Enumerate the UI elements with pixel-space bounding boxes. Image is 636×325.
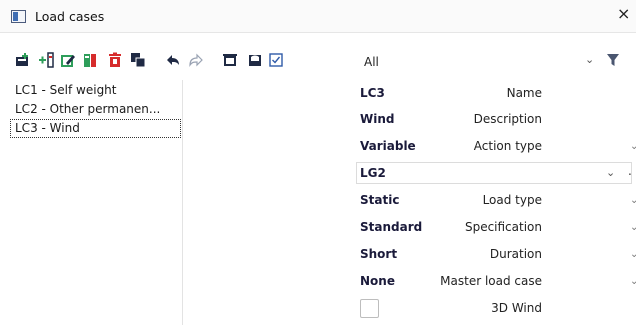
- dropdown-arrow-icon[interactable]: ⌄: [630, 249, 636, 260]
- dropdown-arrow-icon[interactable]: ⌄: [630, 222, 636, 233]
- property-label: 3D Wind: [491, 301, 542, 315]
- save-icon[interactable]: [247, 52, 263, 68]
- property-row-load-type: Load type Static ⌄: [190, 187, 636, 213]
- edit-icon[interactable]: [60, 52, 76, 68]
- toolbar: All ⌄: [0, 47, 636, 75]
- filter-icon[interactable]: [606, 53, 620, 67]
- list-item-selected[interactable]: LC3 - Wind: [10, 119, 181, 138]
- property-label: Description: [473, 112, 542, 126]
- title-bar: Load cases ×: [0, 0, 636, 33]
- property-label: Specification: [464, 220, 542, 234]
- load-type-select[interactable]: Static: [360, 193, 399, 207]
- property-label: Load type: [482, 193, 542, 207]
- 3d-wind-checkbox[interactable]: [360, 299, 379, 318]
- load-case-list: LC1 - Self weight LC2 - Other permanen..…: [10, 80, 183, 325]
- window-title: Load cases: [35, 9, 105, 24]
- copy-icon[interactable]: [82, 52, 98, 68]
- load-group-combobox[interactable]: [356, 162, 632, 184]
- window-icon: [11, 10, 26, 23]
- action-type-select[interactable]: Variable: [360, 139, 416, 153]
- property-label: Duration: [489, 247, 542, 261]
- property-row-description: Description Wind: [190, 106, 636, 132]
- property-label: Action type: [473, 139, 542, 153]
- duplicate-icon[interactable]: [130, 52, 146, 68]
- property-row-3d-wind: 3D Wind: [190, 295, 636, 321]
- list-item[interactable]: LC2 - Other permanen...: [10, 100, 181, 119]
- checkbox-icon[interactable]: [268, 52, 284, 68]
- property-label: Master load case: [440, 274, 542, 288]
- dropdown-arrow-icon[interactable]: ⌄: [630, 276, 636, 287]
- duration-select[interactable]: Short: [360, 247, 397, 261]
- property-row-action-type: Action type Variable ⌄: [190, 133, 636, 159]
- new-icon[interactable]: [14, 52, 30, 68]
- property-label: Name: [506, 86, 542, 100]
- master-load-case-select[interactable]: None: [360, 274, 395, 288]
- property-row-specification: Specification Standard ⌄: [190, 214, 636, 240]
- list-item[interactable]: LC1 - Self weight: [10, 81, 181, 100]
- name-field[interactable]: LC3: [360, 86, 385, 100]
- load-group-value[interactable]: LG2: [360, 166, 386, 180]
- description-field[interactable]: Wind: [360, 112, 394, 126]
- table-icon[interactable]: [222, 52, 238, 68]
- property-row-master-load-case: Master load case None ⌄: [190, 268, 636, 294]
- redo-icon[interactable]: [188, 52, 204, 68]
- delete-icon[interactable]: [107, 52, 123, 68]
- filter-select[interactable]: All: [364, 55, 379, 69]
- specification-select[interactable]: Standard: [360, 220, 422, 234]
- dropdown-arrow-icon[interactable]: ⌄: [630, 195, 636, 206]
- undo-icon[interactable]: [165, 52, 181, 68]
- chevron-down-icon[interactable]: ⌄: [606, 166, 615, 179]
- insert-icon[interactable]: [38, 52, 54, 68]
- close-button[interactable]: ×: [617, 6, 630, 22]
- chevron-down-icon[interactable]: ⌄: [585, 53, 594, 66]
- dropdown-arrow-icon[interactable]: ⌄: [630, 141, 636, 152]
- property-row-load-group: Load group LG2 ⌄ .: [190, 160, 636, 186]
- property-row-name: Name LC3: [190, 80, 636, 106]
- property-row-duration: Duration Short ⌄: [190, 241, 636, 267]
- more-button[interactable]: .: [628, 164, 632, 178]
